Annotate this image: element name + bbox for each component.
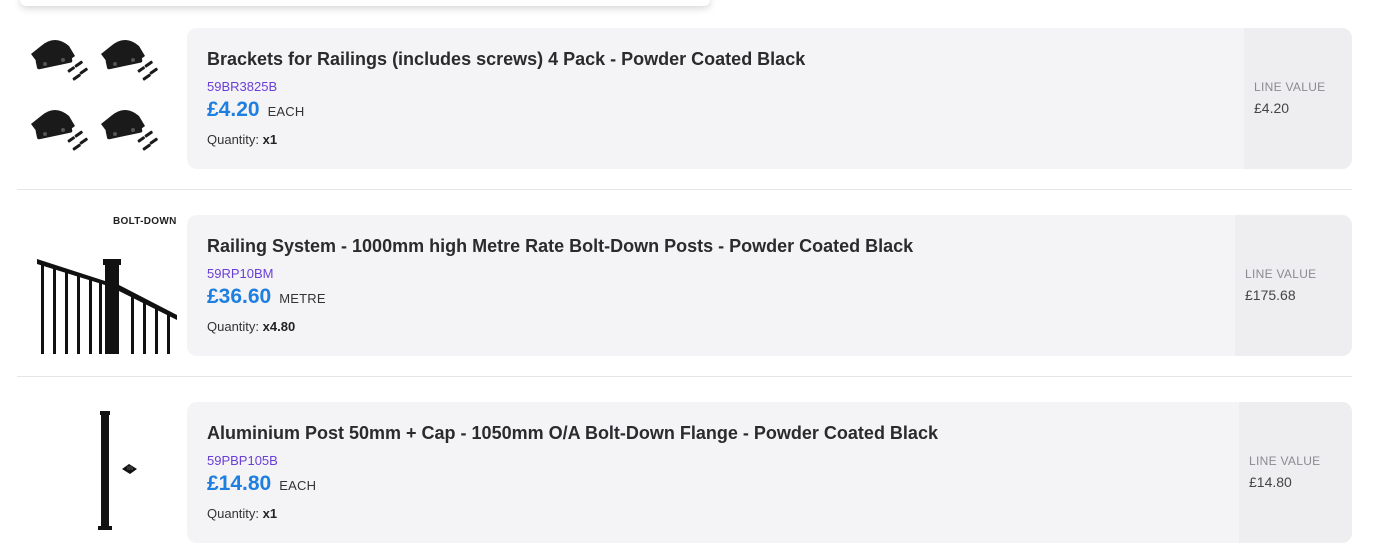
line-value-label: LINE VALUE [1254, 80, 1326, 94]
item-card: Railing System - 1000mm high Metre Rate … [187, 215, 1352, 356]
line-value-panel: LINE VALUE £4.20 [1244, 28, 1352, 169]
product-title[interactable]: Aluminium Post 50mm + Cap - 1050mm O/A B… [207, 423, 938, 444]
product-price: £14.80 [207, 472, 272, 495]
line-value-label: LINE VALUE [1245, 267, 1317, 281]
quantity-value: x1 [262, 506, 278, 521]
product-price: £4.20 [207, 98, 260, 121]
product-title[interactable]: Railing System - 1000mm high Metre Rate … [207, 236, 913, 257]
railing-system-icon [37, 259, 177, 354]
quantity: Quantity: x1 [207, 506, 277, 521]
product-image[interactable]: BOLT-DOWN [17, 215, 179, 356]
product-image[interactable] [17, 28, 179, 169]
quantity-value: x4.80 [262, 319, 296, 334]
cart-item: Brackets for Railings (includes screws) … [17, 28, 1352, 169]
price-line: £14.80 EACH [207, 472, 316, 496]
previous-section-shadow [20, 0, 710, 6]
bracket-pack-icon [31, 40, 159, 151]
item-card: Aluminium Post 50mm + Cap - 1050mm O/A B… [187, 402, 1352, 543]
price-line: £4.20 EACH [207, 98, 304, 122]
quantity: Quantity: x1 [207, 132, 277, 147]
quantity-label: Quantity: [207, 506, 260, 521]
line-value: £175.68 [1245, 287, 1296, 303]
price-line: £36.60 METRE [207, 285, 326, 309]
product-price: £36.60 [207, 285, 272, 308]
product-title[interactable]: Brackets for Railings (includes screws) … [207, 49, 805, 70]
quantity-label: Quantity: [207, 319, 260, 334]
cart-item: Aluminium Post 50mm + Cap - 1050mm O/A B… [17, 402, 1352, 543]
price-unit: METRE [279, 291, 326, 306]
quantity-value: x1 [262, 132, 278, 147]
product-sku: 59BR3825B [207, 79, 278, 94]
product-sku: 59RP10BM [207, 266, 274, 281]
line-value: £4.20 [1254, 100, 1290, 116]
product-sku: 59PBP105B [207, 453, 278, 468]
quantity: Quantity: x4.80 [207, 319, 295, 334]
aluminium-post-icon [98, 411, 137, 530]
line-value-panel: LINE VALUE £14.80 [1239, 402, 1352, 543]
item-card: Brackets for Railings (includes screws) … [187, 28, 1352, 169]
quantity-label: Quantity: [207, 132, 260, 147]
price-unit: EACH [267, 104, 305, 119]
image-badge-text: BOLT-DOWN [113, 216, 177, 227]
line-value-label: LINE VALUE [1249, 454, 1321, 468]
cart-item: BOLT-DOWN Railing System - 1000mm high M… [17, 215, 1352, 356]
product-image[interactable] [17, 402, 179, 543]
item-divider [17, 376, 1352, 377]
line-value: £14.80 [1249, 474, 1292, 490]
line-value-panel: LINE VALUE £175.68 [1235, 215, 1352, 356]
price-unit: EACH [279, 478, 317, 493]
item-divider [17, 189, 1352, 190]
